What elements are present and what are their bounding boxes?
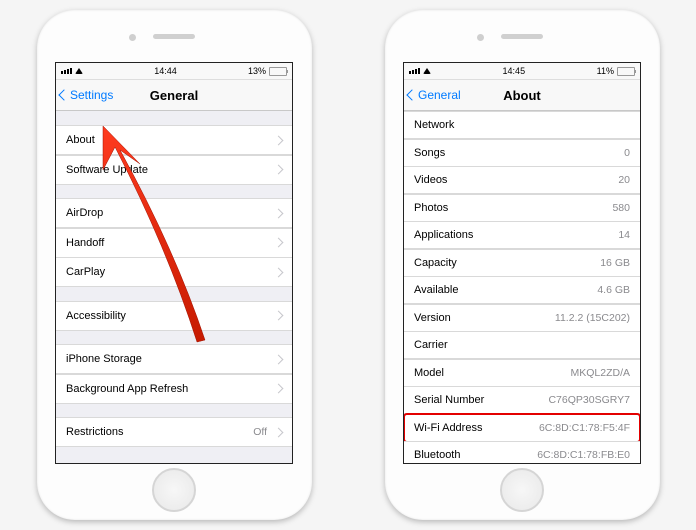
row-value: 6C:8D:C1:78:F5:4F (539, 422, 630, 434)
row-value: 16 GB (600, 257, 630, 269)
row-label: Bluetooth (414, 449, 460, 461)
chevron-right-icon (274, 354, 284, 364)
home-button[interactable] (152, 468, 196, 512)
row-value: 20 (618, 174, 630, 186)
row-label: Capacity (414, 257, 457, 269)
row-label: Songs (414, 147, 445, 159)
row-value: C76QP30SGRY7 (548, 394, 630, 406)
row-iphone-storage[interactable]: iPhone Storage (56, 344, 292, 374)
row-label: Applications (414, 229, 473, 241)
row-bluetooth[interactable]: Bluetooth 6C:8D:C1:78:FB:E0 (404, 441, 640, 464)
row-value: 0 (624, 147, 630, 159)
wifi-icon (75, 68, 83, 74)
row-label: Wi-Fi Address (414, 422, 482, 434)
row-airdrop[interactable]: AirDrop (56, 198, 292, 228)
row-value: MKQL2ZD/A (570, 367, 630, 379)
status-time: 14:45 (503, 66, 526, 76)
row-value: 4.6 GB (597, 284, 630, 296)
iphone-left: 14:44 13% Settings General About Softwar… (37, 10, 312, 520)
row-capacity[interactable]: Capacity 16 GB (404, 249, 640, 277)
row-wi-fi-address[interactable]: Wi-Fi Address 6C:8D:C1:78:F5:4F (404, 414, 640, 442)
row-applications[interactable]: Applications 14 (404, 221, 640, 249)
about-list[interactable]: Network Songs 0 Videos 20 Photos 580 Applicatio… (404, 111, 640, 464)
battery-icon (269, 67, 287, 76)
row-songs[interactable]: Songs 0 (404, 139, 640, 167)
row-network[interactable]: Network (404, 111, 640, 139)
row-carrier[interactable]: Carrier (404, 331, 640, 359)
iphone-right: 14:45 11% General About Network Songs 0 Vid… (385, 10, 660, 520)
status-bar: 14:45 11% (404, 63, 640, 80)
row-software-update[interactable]: Software Update (56, 155, 292, 185)
row-model[interactable]: Model MKQL2ZD/A (404, 359, 640, 387)
row-value: 14 (618, 229, 630, 241)
row-label: Carrier (414, 339, 448, 351)
chevron-right-icon (274, 384, 284, 394)
status-bar: 14:44 13% (56, 63, 292, 80)
row-label: Version (414, 312, 451, 324)
phone-speaker (501, 34, 543, 39)
row-value: 580 (612, 202, 630, 214)
battery-pct: 13% (248, 66, 266, 76)
row-value: 11.2.2 (15C202) (555, 312, 630, 324)
chevron-right-icon (274, 208, 284, 218)
chevron-right-icon (274, 427, 284, 437)
nav-title: General (56, 88, 292, 103)
chevron-right-icon (274, 238, 284, 248)
chevron-right-icon (274, 267, 284, 277)
settings-list[interactable]: About Software Update AirDrop Handoff Ca… (56, 111, 292, 461)
row-handoff[interactable]: Handoff (56, 228, 292, 258)
row-about[interactable]: About (56, 125, 292, 155)
chevron-right-icon (274, 311, 284, 321)
screen-about: 14:45 11% General About Network Songs 0 Vid… (403, 62, 641, 464)
nav-bar: Settings General (56, 80, 292, 111)
row-videos[interactable]: Videos 20 (404, 166, 640, 194)
signal-icon (61, 68, 72, 74)
status-time: 14:44 (154, 66, 177, 76)
nav-title: About (404, 88, 640, 103)
screen-general: 14:44 13% Settings General About Softwar… (55, 62, 293, 464)
signal-icon (409, 68, 420, 74)
row-version[interactable]: Version 11.2.2 (15C202) (404, 304, 640, 332)
nav-bar: General About (404, 80, 640, 111)
row-label: Photos (414, 202, 448, 214)
row-background-app-refresh[interactable]: Background App Refresh (56, 374, 292, 404)
home-button[interactable] (500, 468, 544, 512)
phone-camera (129, 34, 136, 41)
row-carplay[interactable]: CarPlay (56, 257, 292, 287)
row-serial-number[interactable]: Serial Number C76QP30SGRY7 (404, 386, 640, 414)
wifi-icon (423, 68, 431, 74)
row-label: Model (414, 367, 444, 379)
chevron-right-icon (274, 165, 284, 175)
battery-icon (617, 67, 635, 76)
row-accessibility[interactable]: Accessibility (56, 301, 292, 331)
row-value: 6C:8D:C1:78:FB:E0 (537, 449, 630, 461)
battery-pct: 11% (597, 66, 614, 76)
chevron-right-icon (274, 135, 284, 145)
row-label: Videos (414, 174, 447, 186)
phone-camera (477, 34, 484, 41)
row-photos[interactable]: Photos 580 (404, 194, 640, 222)
row-restrictions[interactable]: RestrictionsOff (56, 417, 292, 447)
row-label: Serial Number (414, 394, 484, 406)
row-label: Available (414, 284, 458, 296)
phone-speaker (153, 34, 195, 39)
row-label: Network (414, 119, 454, 131)
row-available[interactable]: Available 4.6 GB (404, 276, 640, 304)
